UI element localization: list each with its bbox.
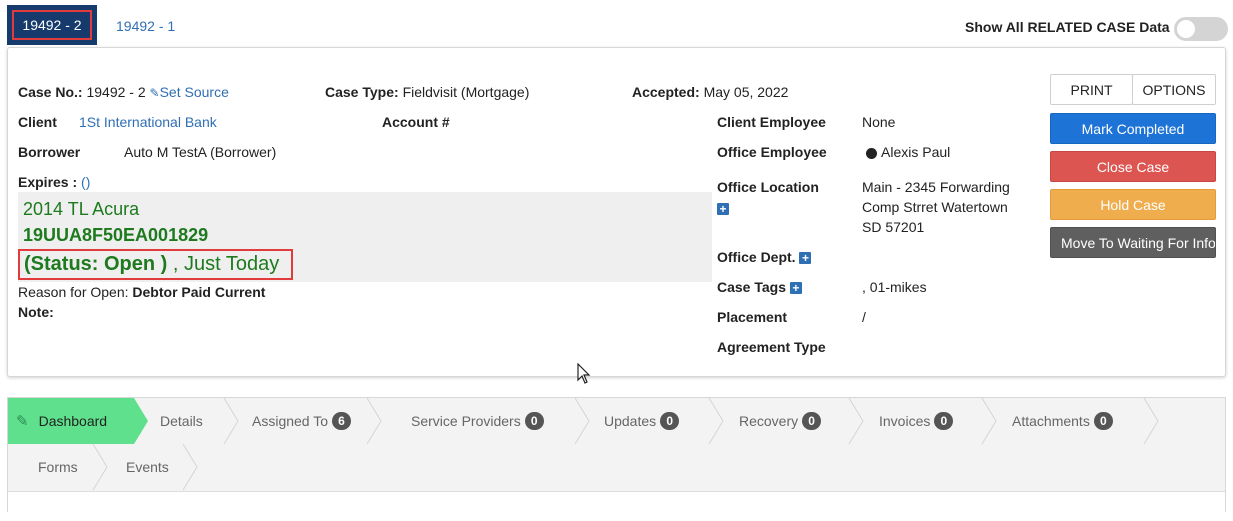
client-employee-label: Client Employee <box>717 114 826 130</box>
case-tags-label: Case Tags <box>717 279 786 295</box>
accepted-value: May 05, 2022 <box>703 84 789 100</box>
placement-value: / <box>862 309 866 325</box>
expires-value[interactable]: () <box>81 174 90 190</box>
tab-case-19492-1[interactable]: 19492 - 1 <box>116 18 175 34</box>
account-label: Account # <box>382 114 450 130</box>
office-location-add[interactable]: + <box>717 200 729 216</box>
vehicle-name: 2014 TL Acura <box>23 199 140 219</box>
expires-row: Expires : () <box>18 174 90 190</box>
move-to-waiting-button[interactable]: Move To Waiting For Info <box>1050 227 1216 258</box>
vehicle-vin: 19UUA8F50EA001829 <box>23 225 209 245</box>
office-employee-label: Office Employee <box>717 144 827 160</box>
client-employee-value: None <box>862 114 896 130</box>
office-dept-label: Office Dept. <box>717 249 796 265</box>
office-location-line-3: SD 57201 <box>862 219 925 235</box>
client-label: Client <box>18 114 57 130</box>
borrower-value: Auto M TestA (Borrower) <box>124 144 277 160</box>
case-no-label: Case No.: <box>18 84 83 100</box>
options-button[interactable]: OPTIONS <box>1132 74 1216 105</box>
reason-label: Reason for Open: <box>18 284 129 300</box>
client-link[interactable]: 1St International Bank <box>79 114 217 130</box>
case-summary-card: Case No.: 19492 - 2 ✎Set Source Case Typ… <box>7 47 1226 377</box>
case-type-label: Case Type: <box>325 84 399 100</box>
toggle-knob <box>1177 20 1195 38</box>
vehicle-info-box: 2014 TL Acura 19UUA8F50EA001829 (Status:… <box>18 192 712 282</box>
case-no-row: Case No.: 19492 - 2 ✎Set Source <box>18 84 229 100</box>
status-highlight: (Status: Open ) , Just Today <box>18 249 294 280</box>
plus-icon[interactable]: + <box>789 282 802 295</box>
mouse-cursor-icon <box>577 363 591 384</box>
plus-icon[interactable]: + <box>799 252 812 265</box>
related-case-toggle[interactable] <box>1174 17 1228 41</box>
print-button[interactable]: PRINT <box>1050 74 1133 105</box>
note-label: Note: <box>18 304 54 320</box>
status-time: , Just Today <box>172 253 280 275</box>
placement-label: Placement <box>717 309 788 325</box>
case-nav: ✎ Dashboard Details Assigned To 6 Service… <box>7 397 1226 512</box>
office-location-line-2: Comp Strret Watertown <box>862 199 1008 215</box>
case-tags-row: Case Tags + <box>717 279 802 295</box>
accepted-label: Accepted: <box>632 84 700 100</box>
case-no-value: 19492 - 2 <box>86 84 146 100</box>
office-employee-value: Alexis Paul <box>881 144 951 160</box>
reason-value: Debtor Paid Current <box>132 284 266 300</box>
tab-case-19492-2[interactable]: 19492 - 2 <box>7 5 97 45</box>
pencil-icon: ✎ <box>149 86 160 100</box>
reason-row: Reason for Open: Debtor Paid Current <box>18 284 265 300</box>
set-source-link[interactable]: Set Source <box>160 84 229 100</box>
office-dept-row: Office Dept. + <box>717 249 812 265</box>
office-employee-row: Alexis Paul <box>866 144 950 160</box>
case-tags-value: , 01-mikes <box>862 279 927 295</box>
status-dot-icon <box>866 147 877 159</box>
case-type-value: Fieldvisit (Mortgage) <box>402 84 530 100</box>
office-location-label: Office Location <box>717 179 819 195</box>
borrower-label: Borrower <box>18 144 81 160</box>
agreement-type-label: Agreement Type <box>717 339 826 355</box>
plus-icon: + <box>717 203 729 216</box>
office-location-line-1: Main - 2345 Forwarding <box>862 179 1010 195</box>
expires-label: Expires : <box>18 174 78 190</box>
close-case-button[interactable]: Close Case <box>1050 151 1216 182</box>
case-type-row: Case Type: Fieldvisit (Mortgage) <box>325 84 529 100</box>
mark-completed-button[interactable]: Mark Completed <box>1050 113 1216 144</box>
related-case-label: Show All RELATED CASE Data <box>965 19 1170 35</box>
nav-separators <box>92 398 1159 491</box>
status-text: (Status: Open ) <box>24 253 168 275</box>
accepted-row: Accepted: May 05, 2022 <box>632 84 788 100</box>
hold-case-button[interactable]: Hold Case <box>1050 189 1216 220</box>
nav-bottom-strip <box>8 491 1225 512</box>
tab-label: 19492 - 2 <box>12 10 92 40</box>
